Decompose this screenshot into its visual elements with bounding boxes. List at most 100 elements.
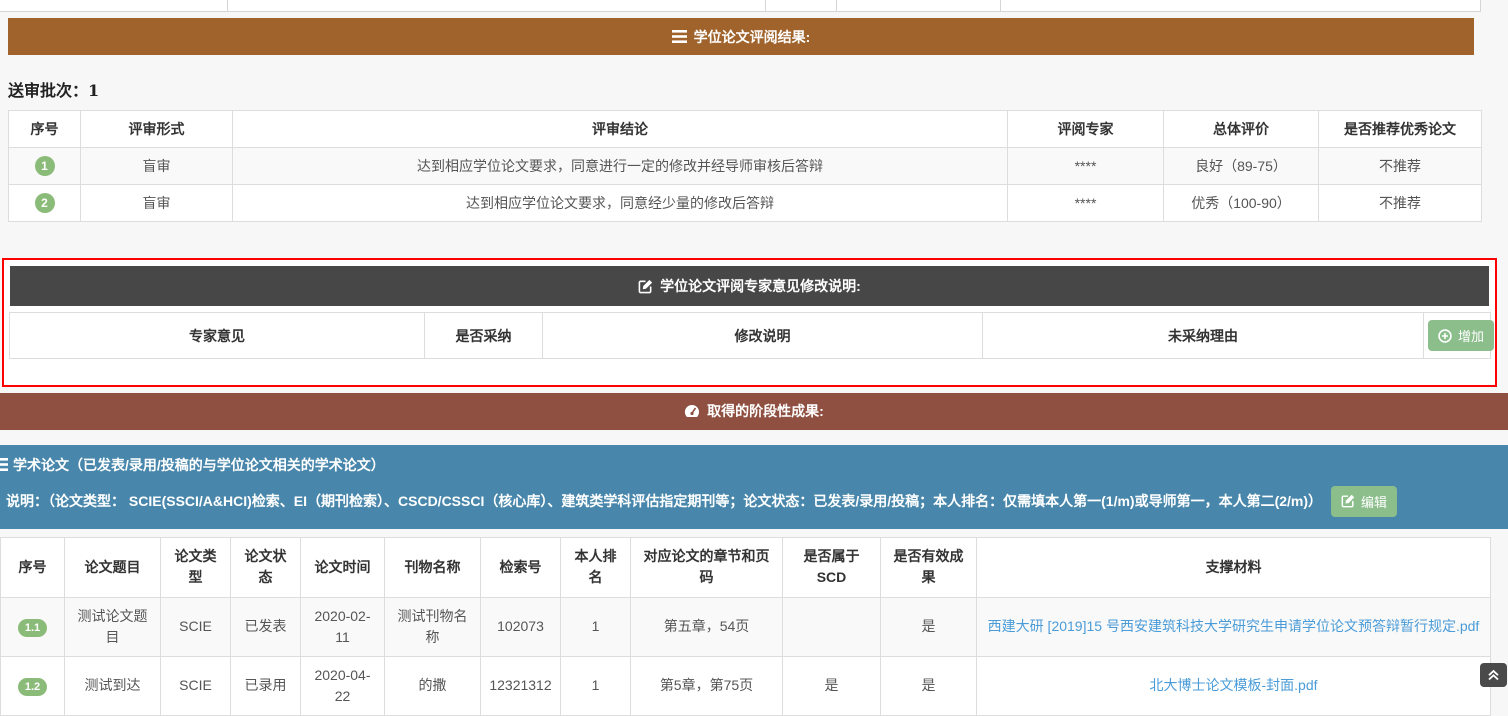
divider [1480, 0, 1481, 11]
add-button-label: 增加 [1458, 326, 1484, 345]
index-cell: 102073 [481, 597, 561, 656]
conclusion-cell: 达到相应学位论文要求，同意经少量的修改后答辩 [233, 185, 1008, 222]
support-material-link[interactable]: 西建大研 [2019]15 号西安建筑科技大学研究生申请学位论文预答辩暂行规定.… [988, 618, 1480, 634]
plus-circle-icon [1438, 329, 1452, 343]
papers-table: 序号 论文题目 论文类型 论文状态 论文时间 刊物名称 检索号 本人排名 对应论… [0, 537, 1491, 716]
rank-cell: 1 [561, 656, 631, 715]
col-review-conclusion: 评审结论 [233, 111, 1008, 148]
list-icon [672, 30, 687, 43]
chapter-cell: 第5章，第75页 [631, 656, 783, 715]
col-paper-title: 论文题目 [65, 537, 161, 597]
col-seq: 序号 [9, 111, 81, 148]
seq-badge: 1 [35, 156, 55, 176]
divider [1000, 0, 1001, 11]
col-seq: 序号 [1, 537, 65, 597]
chevrons-up-icon [1487, 669, 1500, 681]
conclusion-cell: 达到相应学位论文要求，同意进行一定的修改并经导师审核后答辩 [233, 148, 1008, 185]
opinion-section-title: 学位论文评阅专家意见修改说明: [660, 276, 861, 296]
col-index-no: 检索号 [481, 537, 561, 597]
opinion-header-row: 专家意见 是否采纳 修改说明 未采纳理由 增加 [10, 313, 1491, 359]
papers-band: 学术论文（已发表/录用/投稿的与学位论文相关的学术论文） 说明：（论文类型： S… [0, 445, 1508, 529]
col-valid-achievement: 是否有效成果 [881, 537, 977, 597]
seq-cell: 2 [9, 185, 81, 222]
col-adopted: 是否采纳 [425, 313, 543, 359]
journal-cell: 的撒 [385, 656, 481, 715]
col-rejection-reason: 未采纳理由 [983, 313, 1424, 359]
seq-badge: 1.1 [18, 619, 47, 637]
batch-value: 1 [88, 81, 99, 100]
table-row: 2 盲审 达到相应学位论文要求，同意经少量的修改后答辩 **** 优秀（100-… [9, 185, 1482, 222]
col-review-form: 评审形式 [81, 111, 233, 148]
col-review-expert: 评阅专家 [1008, 111, 1164, 148]
scd-cell: 是 [783, 656, 881, 715]
index-cell: 12321312 [481, 656, 561, 715]
col-recommend-excellent: 是否推荐优秀论文 [1319, 111, 1482, 148]
review-header-row: 序号 评审形式 评审结论 评阅专家 总体评价 是否推荐优秀论文 [9, 111, 1482, 148]
seq-cell: 1.2 [1, 656, 65, 715]
opinion-table: 专家意见 是否采纳 修改说明 未采纳理由 增加 [9, 312, 1491, 383]
col-modification-note: 修改说明 [543, 313, 983, 359]
dashboard-icon [684, 404, 700, 418]
valid-cell: 是 [881, 597, 977, 656]
divider [227, 0, 228, 11]
material-cell: 北大博士论文模板-封面.pdf [977, 656, 1491, 715]
recommend-cell: 不推荐 [1319, 148, 1482, 185]
seq-cell: 1 [9, 148, 81, 185]
status-cell: 已录用 [231, 656, 301, 715]
rank-cell: 1 [561, 597, 631, 656]
table-row: 1.2 测试到达 SCIE 已录用 2020-04-22 的撒 12321312… [1, 656, 1491, 715]
add-button-cell: 增加 [1424, 313, 1491, 359]
seq-cell: 1.1 [1, 597, 65, 656]
col-chapter-pages: 对应论文的章节和页码 [631, 537, 783, 597]
col-support-material: 支撑材料 [977, 537, 1491, 597]
material-cell: 西建大研 [2019]15 号西安建筑科技大学研究生申请学位论文预答辩暂行规定.… [977, 597, 1491, 656]
date-cell: 2020-04-22 [301, 656, 385, 715]
scd-cell [783, 597, 881, 656]
date-cell: 2020-02-11 [301, 597, 385, 656]
overall-cell: 良好（89-75） [1164, 148, 1319, 185]
form-cell: 盲审 [81, 148, 233, 185]
papers-title: 学术论文（已发表/录用/投稿的与学位论文相关的学术论文） [13, 455, 385, 475]
review-results-table: 序号 评审形式 评审结论 评阅专家 总体评价 是否推荐优秀论文 1 盲审 达到相… [8, 110, 1482, 222]
valid-cell: 是 [881, 656, 977, 715]
expert-cell: **** [1008, 185, 1164, 222]
col-scd: 是否属于SCD [783, 537, 881, 597]
table-row: 1 盲审 达到相应学位论文要求，同意进行一定的修改并经导师审核后答辩 **** … [9, 148, 1482, 185]
status-cell: 已发表 [231, 597, 301, 656]
add-button[interactable]: 增加 [1428, 320, 1494, 351]
divider [836, 0, 837, 11]
overall-cell: 优秀（100-90） [1164, 185, 1319, 222]
list-icon [0, 458, 8, 471]
review-results-title: 学位论文评阅结果: [694, 27, 811, 47]
batch-line: 送审批次：1 [8, 77, 1508, 101]
col-paper-status: 论文状态 [231, 537, 301, 597]
opinion-section-header: 学位论文评阅专家意见修改说明: [10, 266, 1489, 306]
divider [765, 0, 766, 11]
col-paper-date: 论文时间 [301, 537, 385, 597]
col-rank: 本人排名 [561, 537, 631, 597]
opinion-modification-section: 学位论文评阅专家意见修改说明: 专家意见 是否采纳 修改说明 未采纳理由 增加 [2, 258, 1497, 387]
edit-square-icon [638, 279, 653, 294]
col-overall-eval: 总体评价 [1164, 111, 1319, 148]
title-cell: 测试论文题目 [65, 597, 161, 656]
edit-button-label: 编辑 [1361, 492, 1387, 511]
recommend-cell: 不推荐 [1319, 185, 1482, 222]
journal-cell: 测试刊物名称 [385, 597, 481, 656]
back-to-top-button[interactable] [1480, 663, 1507, 687]
batch-label: 送审批次： [8, 81, 88, 100]
papers-header-row: 序号 论文题目 论文类型 论文状态 论文时间 刊物名称 检索号 本人排名 对应论… [1, 537, 1491, 597]
support-material-link[interactable]: 北大博士论文模板-封面.pdf [1149, 677, 1317, 693]
form-cell: 盲审 [81, 185, 233, 222]
papers-note-line: 说明：（论文类型： SCIE(SSCI/A&HCI)检索、EI（期刊检索）、CS… [6, 486, 1508, 517]
cropped-table-above [0, 0, 1481, 12]
col-paper-type: 论文类型 [161, 537, 231, 597]
edit-button[interactable]: 编辑 [1331, 486, 1397, 517]
review-results-header: 学位论文评阅结果: [8, 18, 1474, 55]
table-row: 1.1 测试论文题目 SCIE 已发表 2020-02-11 测试刊物名称 10… [1, 597, 1491, 656]
col-expert-opinion: 专家意见 [10, 313, 425, 359]
seq-badge: 1.2 [18, 678, 47, 696]
papers-title-line: 学术论文（已发表/录用/投稿的与学位论文相关的学术论文） [0, 455, 1508, 475]
empty-cell [10, 359, 1491, 383]
chapter-cell: 第五章，54页 [631, 597, 783, 656]
expert-cell: **** [1008, 148, 1164, 185]
